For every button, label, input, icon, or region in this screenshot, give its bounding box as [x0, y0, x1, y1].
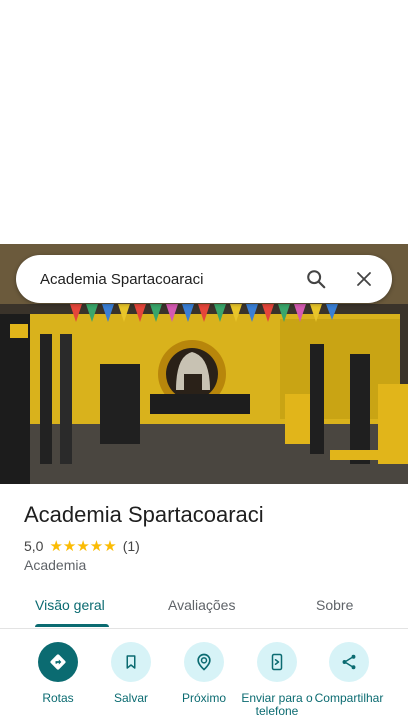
- search-bar[interactable]: Academia Spartacoaraci: [16, 255, 392, 303]
- review-count: (1): [122, 538, 140, 554]
- directions-button[interactable]: Rotas: [22, 642, 94, 705]
- action-buttons: Rotas Salvar Próximo Enviar para o telef…: [0, 642, 408, 728]
- place-title: Academia Spartacoaraci: [24, 502, 264, 527]
- tab-bar: Visão geral Avaliações Sobre: [0, 588, 408, 629]
- tab-overview[interactable]: Visão geral: [35, 597, 105, 613]
- tab-reviews[interactable]: Avaliações: [168, 597, 235, 613]
- nearby-label: Próximo: [181, 691, 226, 705]
- clear-search-button[interactable]: [340, 255, 388, 303]
- directions-label: Rotas: [42, 691, 74, 705]
- search-button[interactable]: [292, 255, 340, 303]
- nearby-button-circle: [184, 642, 224, 682]
- directions-button-circle: [38, 642, 78, 682]
- send-to-phone-button-circle: [257, 642, 297, 682]
- send-to-phone-button[interactable]: Enviar para o telefone: [241, 642, 313, 718]
- send-to-phone-icon: [271, 653, 283, 671]
- star-rating-icon: ★★★★★: [49, 538, 117, 555]
- search-icon: [307, 270, 326, 289]
- save-label: Salvar: [113, 691, 148, 705]
- save-button-circle: [111, 642, 151, 682]
- bookmark-icon: [126, 655, 136, 669]
- send-to-phone-label: Enviar para o telefone: [241, 691, 313, 718]
- search-query-text[interactable]: Academia Spartacoaraci: [16, 271, 292, 288]
- save-button[interactable]: Salvar: [95, 642, 167, 705]
- place-category[interactable]: Academia: [24, 557, 86, 573]
- share-button[interactable]: Compartilhar: [313, 642, 385, 705]
- active-tab-indicator: [35, 624, 109, 627]
- rating-value: 5,0: [24, 538, 44, 554]
- share-label: Compartilhar: [314, 691, 384, 705]
- share-icon: [342, 654, 356, 670]
- nearby-icon: [197, 653, 211, 671]
- close-icon: [357, 272, 371, 286]
- rating-row[interactable]: 5,0 ★★★★★ (1): [24, 537, 140, 555]
- nearby-button[interactable]: Próximo: [168, 642, 240, 705]
- directions-icon: [50, 654, 66, 670]
- share-button-circle: [329, 642, 369, 682]
- tab-about[interactable]: Sobre: [316, 597, 353, 613]
